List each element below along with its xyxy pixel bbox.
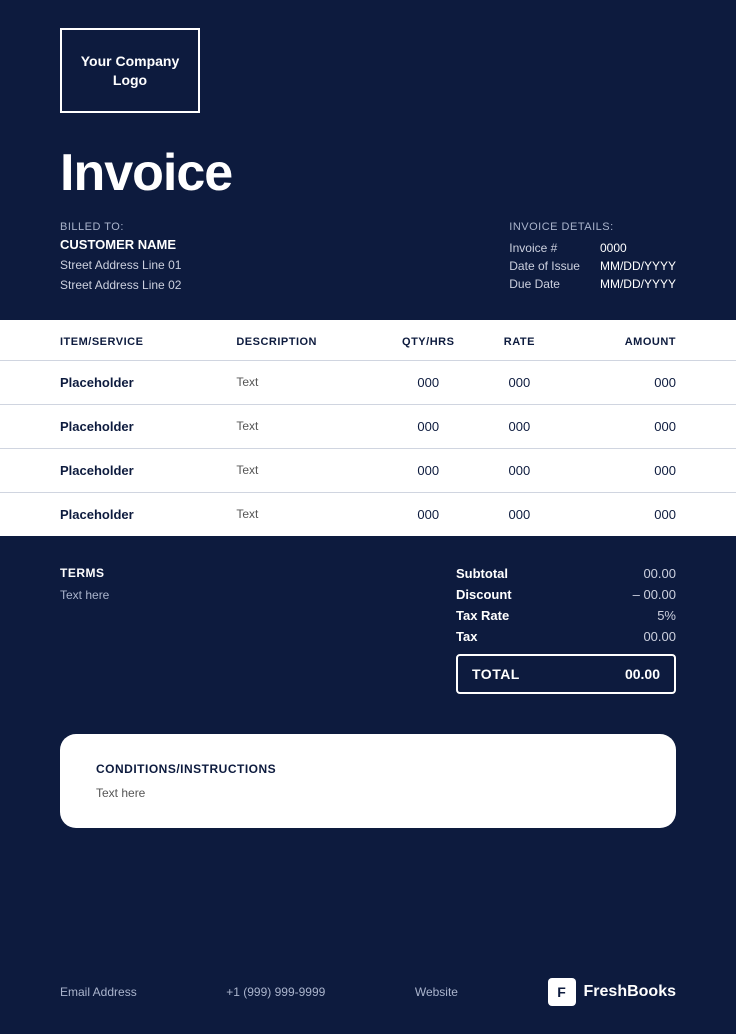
customer-name: CUSTOMER NAME bbox=[60, 237, 181, 252]
tax-label: Tax bbox=[456, 629, 477, 644]
row-3-qty: 000 bbox=[375, 492, 482, 536]
row-1-qty: 000 bbox=[375, 404, 482, 448]
invoice-num-value: 0000 bbox=[600, 239, 676, 257]
conditions-label: CONDITIONS/INSTRUCTIONS bbox=[96, 762, 640, 776]
row-0-rate: 000 bbox=[482, 360, 557, 404]
due-date-value: MM/DD/YYYY bbox=[600, 275, 676, 293]
table-row: Placeholder Text 000 000 000 bbox=[0, 404, 736, 448]
col-amount: AMOUNT bbox=[557, 320, 736, 361]
row-2-amount: 000 bbox=[557, 448, 736, 492]
date-issue-value: MM/DD/YYYY bbox=[600, 257, 676, 275]
conditions-card: CONDITIONS/INSTRUCTIONS Text here bbox=[60, 734, 676, 828]
row-2-rate: 000 bbox=[482, 448, 557, 492]
items-table-section: ITEM/SERVICE DESCRIPTION QTY/HRS RATE AM… bbox=[0, 320, 736, 536]
items-table: ITEM/SERVICE DESCRIPTION QTY/HRS RATE AM… bbox=[0, 320, 736, 536]
company-logo: Your Company Logo bbox=[60, 28, 200, 113]
invoice-heading: Invoice bbox=[60, 143, 676, 203]
tax-rate-row: Tax Rate 5% bbox=[456, 608, 676, 623]
invoice-num-row: Invoice # 0000 bbox=[509, 239, 676, 257]
totals-section: Subtotal 00.00 Discount – 00.00 Tax Rate… bbox=[456, 566, 676, 694]
col-item: ITEM/SERVICE bbox=[0, 320, 226, 361]
tax-rate-value: 5% bbox=[616, 608, 676, 623]
tax-value: 00.00 bbox=[616, 629, 676, 644]
row-1-desc: Text bbox=[226, 404, 375, 448]
row-0-qty: 000 bbox=[375, 360, 482, 404]
invoice-num-label: Invoice # bbox=[509, 239, 600, 257]
row-2-item: Placeholder bbox=[0, 448, 226, 492]
footer-phone: +1 (999) 999-9999 bbox=[226, 985, 325, 999]
footer: Email Address +1 (999) 999-9999 Website … bbox=[0, 960, 736, 1034]
total-label: TOTAL bbox=[472, 666, 520, 682]
row-3-desc: Text bbox=[226, 492, 375, 536]
subtotal-value: 00.00 bbox=[616, 566, 676, 581]
conditions-text: Text here bbox=[96, 786, 640, 800]
row-1-rate: 000 bbox=[482, 404, 557, 448]
row-1-item: Placeholder bbox=[0, 404, 226, 448]
total-box: TOTAL 00.00 bbox=[456, 654, 676, 694]
invoice-details: INVOICE DETAILS: Invoice # 0000 Date of … bbox=[509, 221, 676, 296]
conditions-section: CONDITIONS/INSTRUCTIONS Text here bbox=[0, 714, 736, 848]
freshbooks-icon: F bbox=[548, 978, 576, 1006]
col-description: DESCRIPTION bbox=[226, 320, 375, 361]
billed-to: BILLED TO: CUSTOMER NAME Street Address … bbox=[60, 221, 181, 296]
invoice-page: Your Company Logo Invoice BILLED TO: CUS… bbox=[0, 0, 736, 1034]
row-0-desc: Text bbox=[226, 360, 375, 404]
billing-section: BILLED TO: CUSTOMER NAME Street Address … bbox=[0, 203, 736, 320]
tax-row: Tax 00.00 bbox=[456, 629, 676, 644]
total-value: 00.00 bbox=[625, 666, 660, 682]
date-issue-label: Date of Issue bbox=[509, 257, 600, 275]
row-2-desc: Text bbox=[226, 448, 375, 492]
table-header-row: ITEM/SERVICE DESCRIPTION QTY/HRS RATE AM… bbox=[0, 320, 736, 361]
subtotal-row: Subtotal 00.00 bbox=[456, 566, 676, 581]
invoice-details-table: Invoice # 0000 Date of Issue MM/DD/YYYY … bbox=[509, 239, 676, 293]
row-0-item: Placeholder bbox=[0, 360, 226, 404]
col-qty: QTY/HRS bbox=[375, 320, 482, 361]
due-date-row: Due Date MM/DD/YYYY bbox=[509, 275, 676, 293]
terms-text: Text here bbox=[60, 588, 109, 602]
footer-website: Website bbox=[415, 985, 458, 999]
invoice-details-label: INVOICE DETAILS: bbox=[509, 221, 676, 233]
date-issue-row: Date of Issue MM/DD/YYYY bbox=[509, 257, 676, 275]
terms-section: TERMS Text here bbox=[60, 566, 109, 602]
row-2-qty: 000 bbox=[375, 448, 482, 492]
table-row: Placeholder Text 000 000 000 bbox=[0, 448, 736, 492]
billed-to-label: BILLED TO: bbox=[60, 221, 181, 233]
footer-email: Email Address bbox=[60, 985, 137, 999]
freshbooks-brand: FreshBooks bbox=[584, 983, 676, 1001]
table-row: Placeholder Text 000 000 000 bbox=[0, 360, 736, 404]
subtotal-label: Subtotal bbox=[456, 566, 508, 581]
tax-rate-label: Tax Rate bbox=[456, 608, 509, 623]
due-date-label: Due Date bbox=[509, 275, 600, 293]
row-3-rate: 000 bbox=[482, 492, 557, 536]
table-header: ITEM/SERVICE DESCRIPTION QTY/HRS RATE AM… bbox=[0, 320, 736, 361]
discount-row: Discount – 00.00 bbox=[456, 587, 676, 602]
address-line1: Street Address Line 01 bbox=[60, 255, 181, 275]
address-line2: Street Address Line 02 bbox=[60, 275, 181, 295]
table-row: Placeholder Text 000 000 000 bbox=[0, 492, 736, 536]
row-3-item: Placeholder bbox=[0, 492, 226, 536]
discount-value: – 00.00 bbox=[616, 587, 676, 602]
discount-label: Discount bbox=[456, 587, 512, 602]
bottom-section: TERMS Text here Subtotal 00.00 Discount … bbox=[0, 536, 736, 714]
invoice-title-section: Invoice bbox=[0, 133, 736, 203]
col-rate: RATE bbox=[482, 320, 557, 361]
header: Your Company Logo bbox=[0, 0, 736, 133]
freshbooks-logo: F FreshBooks bbox=[548, 978, 676, 1006]
row-3-amount: 000 bbox=[557, 492, 736, 536]
table-body: Placeholder Text 000 000 000 Placeholder… bbox=[0, 360, 736, 536]
terms-label: TERMS bbox=[60, 566, 109, 580]
row-0-amount: 000 bbox=[557, 360, 736, 404]
row-1-amount: 000 bbox=[557, 404, 736, 448]
